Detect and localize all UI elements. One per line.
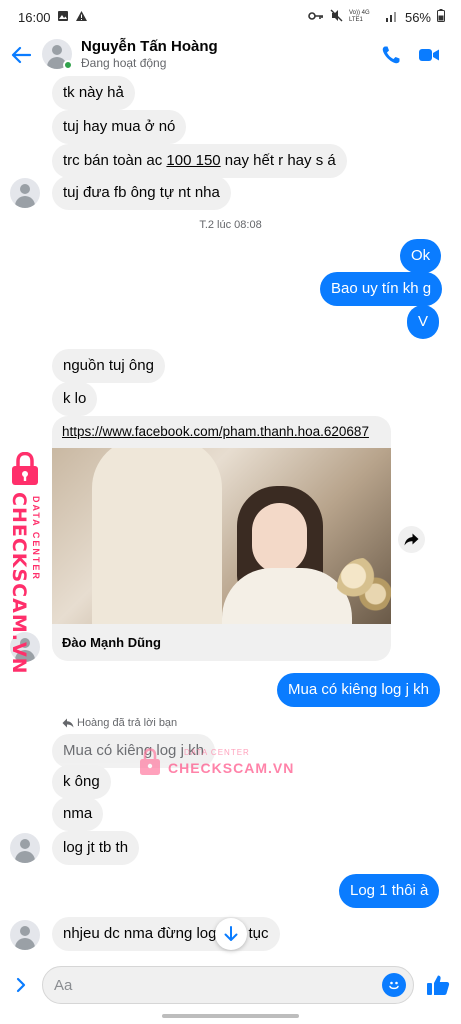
sender-avatar[interactable] xyxy=(10,833,40,863)
message-outgoing[interactable]: V xyxy=(407,305,440,339)
message-incoming[interactable]: trc bán toàn ac 100 150 nay hết r hay s … xyxy=(52,144,347,178)
watermark-brand: CHECKSCAM.VN xyxy=(8,492,30,675)
message-incoming[interactable]: tuj đưa fb ông tự nt nha xyxy=(52,176,231,210)
message-text: tục xyxy=(248,925,269,942)
message-incoming[interactable]: tuj hay mua ở nó xyxy=(52,110,187,144)
message-input[interactable] xyxy=(42,966,414,1004)
expand-actions-button[interactable] xyxy=(8,972,34,998)
video-call-button[interactable] xyxy=(416,42,442,68)
back-button[interactable] xyxy=(6,40,36,70)
watermark-sub: DATA CENTER xyxy=(184,748,250,757)
message-incoming[interactable]: log jt tb th xyxy=(52,831,140,865)
photo-flowers xyxy=(337,558,391,618)
navigation-handle[interactable] xyxy=(162,1014,299,1018)
signal-icon xyxy=(385,10,399,25)
thumbs-up-icon xyxy=(427,975,450,995)
phone-icon xyxy=(382,46,400,64)
link-url[interactable]: https://www.facebook.com/pham.thanh.hoa.… xyxy=(62,424,369,439)
back-arrow-icon xyxy=(11,46,31,64)
message-text: nhjeu dc nma đừng log xyxy=(63,925,217,942)
scroll-to-bottom-button[interactable] xyxy=(215,918,247,950)
online-indicator xyxy=(63,60,73,70)
sender-avatar[interactable] xyxy=(10,178,40,208)
network-label: Vo)) 4G LTE1 xyxy=(348,10,370,23)
chevron-right-icon xyxy=(16,977,26,993)
message-timestamp: T.2 lúc 08:08 xyxy=(199,219,262,231)
message-outgoing[interactable]: Bao uy tín kh g xyxy=(320,272,443,306)
video-camera-icon xyxy=(419,49,439,61)
battery-icon xyxy=(437,9,445,25)
message-text: nay hết r hay s á xyxy=(220,152,336,169)
message-incoming[interactable]: tk này hả xyxy=(52,76,135,110)
sender-avatar[interactable] xyxy=(10,920,40,950)
watermark-center: DATA CENTER CHECKSCAM.VN xyxy=(138,744,298,778)
share-arrow-icon xyxy=(404,533,419,546)
message-text: trc bán toàn ac xyxy=(63,152,167,169)
mute-icon xyxy=(330,9,343,25)
emoji-button[interactable] xyxy=(382,973,406,997)
key-icon xyxy=(308,11,324,24)
message-outgoing[interactable]: Log 1 thôi à xyxy=(339,874,440,908)
gallery-notification-icon xyxy=(57,10,69,25)
status-time: 16:00 xyxy=(18,9,51,25)
message-outgoing[interactable]: Ok xyxy=(400,239,442,273)
message-composer xyxy=(0,963,461,1007)
reply-icon xyxy=(62,718,74,728)
message-incoming[interactable]: k ông xyxy=(52,765,111,799)
contact-status: Đang hoạt động xyxy=(81,56,167,70)
status-left: 16:00 xyxy=(18,10,88,25)
conversation-header: Nguyễn Tấn Hoàng Đang hoạt động xyxy=(0,34,461,76)
watermark-brand: CHECKSCAM.VN xyxy=(168,760,295,776)
link-preview-title[interactable]: Đào Mạnh Dũng xyxy=(62,635,161,650)
voice-call-button[interactable] xyxy=(378,42,404,68)
reply-label-text: Hoàng đã trả lời bạn xyxy=(77,717,178,729)
link-preview-card[interactable]: https://www.facebook.com/pham.thanh.hoa.… xyxy=(52,416,391,661)
reply-indicator: Hoàng đã trả lời bạn xyxy=(62,717,177,729)
watermark-side: CHECKSCAM.VN DATA CENTER xyxy=(4,452,48,675)
photo-person-man xyxy=(92,448,222,624)
warning-notification-icon xyxy=(75,10,88,25)
contact-name[interactable]: Nguyễn Tấn Hoàng xyxy=(81,38,218,55)
lock-icon xyxy=(12,452,38,485)
message-incoming[interactable]: k lo xyxy=(52,382,98,416)
message-incoming[interactable]: nma xyxy=(52,797,104,831)
like-button[interactable] xyxy=(424,972,452,998)
battery-level: 56% xyxy=(404,9,431,25)
message-incoming[interactable]: nguồn tuj ông xyxy=(52,349,165,383)
arrow-down-icon xyxy=(224,926,238,941)
message-underlined-text: 100 150 xyxy=(166,152,221,169)
message-outgoing[interactable]: Mua có kiêng log j kh xyxy=(277,673,440,707)
status-bar: 16:00 Vo)) 4G LTE1 56% xyxy=(0,0,461,34)
share-button[interactable] xyxy=(398,526,425,553)
link-preview-image[interactable] xyxy=(52,448,391,624)
status-right: Vo)) 4G LTE1 56% xyxy=(308,9,445,25)
watermark-sub: DATA CENTER xyxy=(31,496,41,581)
lock-icon xyxy=(140,748,160,775)
emoji-icon xyxy=(389,981,399,990)
photo-person-face xyxy=(252,503,307,573)
